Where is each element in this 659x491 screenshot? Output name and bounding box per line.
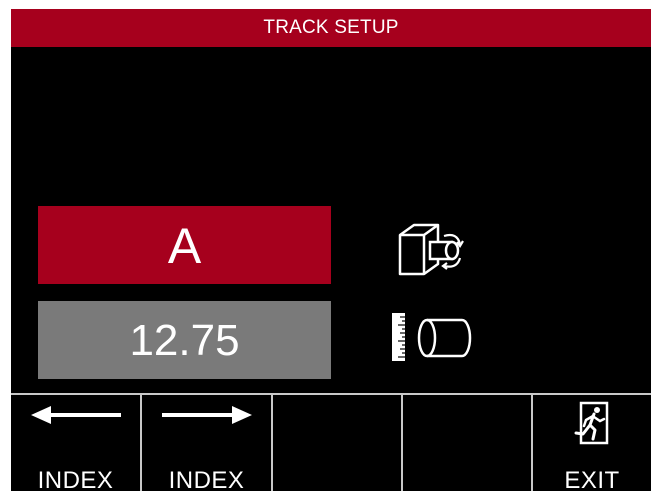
track-setup-screen: TRACK SETUP A 12.75 INDEX INDEX EXIT: [11, 9, 651, 491]
page-title: TRACK SETUP: [263, 17, 399, 38]
track-value: A: [167, 218, 202, 274]
softkey-label: INDEX: [37, 467, 114, 491]
length-field[interactable]: 12.75: [38, 301, 331, 379]
length-value: 12.75: [129, 316, 240, 365]
index-previous-button[interactable]: INDEX: [11, 395, 142, 491]
arrow-left-icon: [30, 406, 121, 424]
rotate-track-icon: [398, 223, 464, 276]
arrow-right-icon: [161, 406, 252, 424]
softkey-bar: INDEX INDEX EXIT: [11, 393, 651, 491]
exit-button[interactable]: EXIT: [533, 395, 651, 491]
exit-icon: [574, 401, 609, 445]
softkey-empty-4[interactable]: [403, 395, 533, 491]
softkey-empty-3[interactable]: [273, 395, 403, 491]
softkey-label: EXIT: [564, 467, 620, 491]
softkey-label: INDEX: [168, 467, 245, 491]
ruler-cylinder-icon: [392, 313, 472, 361]
track-field[interactable]: A: [38, 206, 331, 284]
title-bar: TRACK SETUP: [11, 9, 651, 47]
index-next-button[interactable]: INDEX: [142, 395, 273, 491]
